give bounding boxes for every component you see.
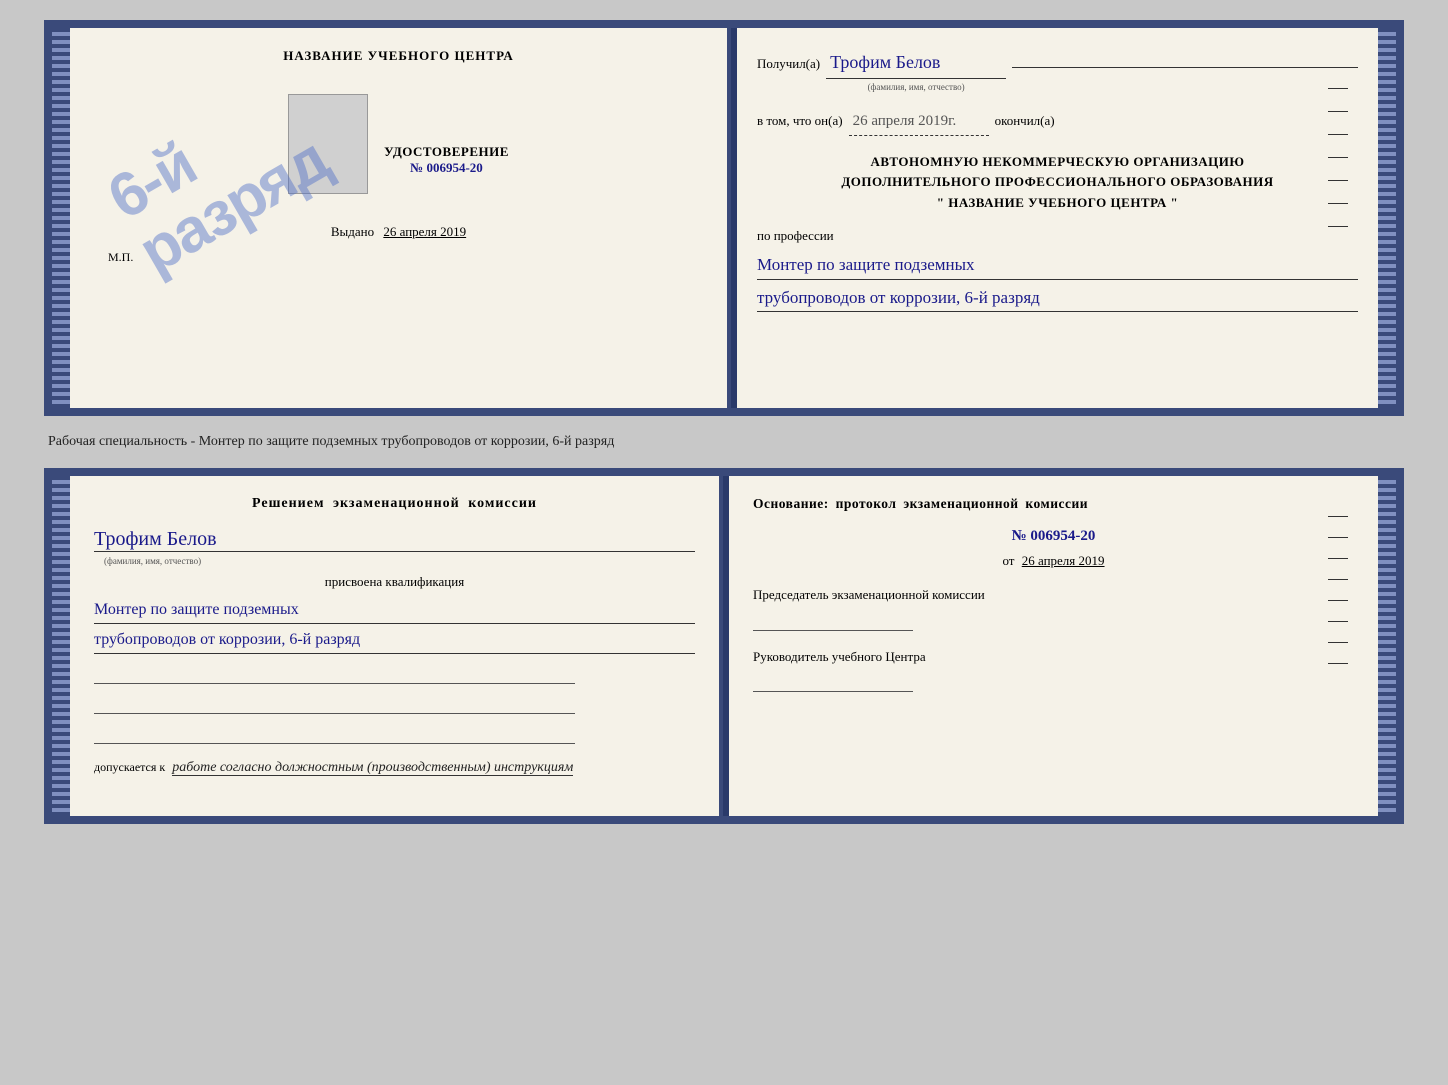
sig-line-3 — [94, 720, 575, 744]
chair-title: Председатель экзаменационной комиссии — [753, 585, 1354, 605]
lower-left-binding-strip — [52, 476, 70, 816]
cert-title: УДОСТОВЕРЕНИЕ — [384, 144, 509, 160]
protocol-date: от 26 апреля 2019 — [753, 553, 1354, 569]
dash-3 — [1328, 134, 1348, 135]
lower-left-panel: Решением экзаменационной комиссии Трофим… — [70, 476, 723, 816]
received-prefix: Получил(а) — [757, 52, 820, 75]
lower-dash-2 — [1328, 537, 1348, 538]
lower-right-panel: Основание: протокол экзаменационной коми… — [729, 476, 1378, 816]
sig-line-1 — [94, 660, 575, 684]
completed-date: 26 апреля 2019г. — [849, 108, 989, 136]
lower-dash-6 — [1328, 621, 1348, 622]
dash-5 — [1328, 180, 1348, 181]
dash-6 — [1328, 203, 1348, 204]
completed-line: в том, что он(а) 26 апреля 2019г. окончи… — [757, 108, 1358, 136]
lower-person-name: Трофим Белов — [94, 528, 217, 550]
profession-label: по профессии — [757, 224, 1358, 247]
chair-block: Председатель экзаменационной комиссии — [753, 585, 1354, 631]
edu-head-title: Руководитель учебного Центра — [753, 647, 1354, 667]
sig-line-2 — [94, 690, 575, 714]
dash-7 — [1328, 226, 1348, 227]
photo-placeholder — [288, 94, 368, 194]
middle-label-text: Рабочая специальность - Монтер по защите… — [48, 434, 614, 449]
name-dash — [1012, 67, 1358, 68]
right-binding-strip — [1378, 28, 1396, 408]
right-decorative-dashes — [1328, 88, 1348, 227]
protocol-date-value: 26 апреля 2019 — [1022, 553, 1105, 568]
left-binding-strip — [52, 28, 70, 408]
lower-name-label: (фамилия, имя, отчество) — [104, 556, 695, 566]
mp-label: М.П. — [108, 250, 133, 265]
qual-line1: Монтер по защите подземных — [94, 596, 695, 624]
lower-dash-5 — [1328, 600, 1348, 601]
assigned-text: присвоена квалификация — [94, 574, 695, 590]
received-line: Получил(а) Трофим Белов (фамилия, имя, о… — [757, 46, 1358, 96]
org-line1: АВТОНОМНУЮ НЕКОММЕРЧЕСКУЮ ОРГАНИЗАЦИЮ — [757, 152, 1358, 173]
recipient-name: Трофим Белов — [826, 46, 1006, 79]
dash-2 — [1328, 111, 1348, 112]
profession-line2: трубопроводов от коррозии, 6-й разряд — [757, 284, 1358, 312]
commission-title: Решением экзаменационной комиссии — [94, 496, 695, 512]
chair-sig-line — [753, 609, 913, 631]
allowed-prefix: допускается к — [94, 760, 165, 774]
lower-dash-1 — [1328, 516, 1348, 517]
org-line3: " НАЗВАНИЕ УЧЕБНОГО ЦЕНТРА " — [757, 193, 1358, 214]
completed-prefix: в том, что он(а) — [757, 109, 843, 132]
basis-title: Основание: протокол экзаменационной коми… — [753, 496, 1354, 512]
upper-left-panel: НАЗВАНИЕ УЧЕБНОГО ЦЕНТРА 6-й разряд УДОС… — [70, 28, 731, 408]
qual-line2: трубопроводов от коррозии, 6-й разряд — [94, 626, 695, 654]
lower-dash-3 — [1328, 558, 1348, 559]
completed-suffix: окончил(а) — [995, 109, 1055, 132]
lower-right-binding-strip — [1378, 476, 1396, 816]
edu-head-block: Руководитель учебного Центра — [753, 647, 1354, 693]
dash-4 — [1328, 157, 1348, 158]
issued-label: Выдано — [331, 224, 374, 239]
person-name-block: Трофим Белов — [94, 528, 695, 552]
allowed-value: работе согласно должностным (производств… — [172, 760, 573, 776]
org-line2: ДОПОЛНИТЕЛЬНОГО ПРОФЕССИОНАЛЬНОГО ОБРАЗО… — [757, 172, 1358, 193]
lower-dash-4 — [1328, 579, 1348, 580]
org-block: АВТОНОМНУЮ НЕКОММЕРЧЕСКУЮ ОРГАНИЗАЦИЮ ДО… — [757, 152, 1358, 214]
institution-title: НАЗВАНИЕ УЧЕБНОГО ЦЕНТРА — [283, 48, 514, 64]
lower-dash-8 — [1328, 663, 1348, 664]
upper-document: НАЗВАНИЕ УЧЕБНОГО ЦЕНТРА 6-й разряд УДОС… — [44, 20, 1404, 416]
name-label: (фамилия, имя, отчество) — [868, 79, 965, 95]
issued-date: Выдано 26 апреля 2019 — [331, 224, 466, 240]
lower-document: Решением экзаменационной комиссии Трофим… — [44, 468, 1404, 824]
dash-1 — [1328, 88, 1348, 89]
lower-dash-7 — [1328, 642, 1348, 643]
lower-right-decorative-dashes — [1328, 516, 1348, 664]
cert-number: № 006954-20 — [384, 160, 509, 176]
allowed-text: допускается к работе согласно должностны… — [94, 760, 695, 776]
edu-head-sig-line — [753, 670, 913, 692]
protocol-number: № 006954-20 — [753, 528, 1354, 545]
profession-line1: Монтер по защите подземных — [757, 251, 1358, 279]
upper-right-panel: Получил(а) Трофим Белов (фамилия, имя, о… — [737, 28, 1378, 408]
middle-label: Рабочая специальность - Монтер по защите… — [44, 426, 1404, 458]
issued-date-value: 26 апреля 2019 — [383, 224, 466, 239]
protocol-date-prefix: от — [1002, 553, 1014, 568]
